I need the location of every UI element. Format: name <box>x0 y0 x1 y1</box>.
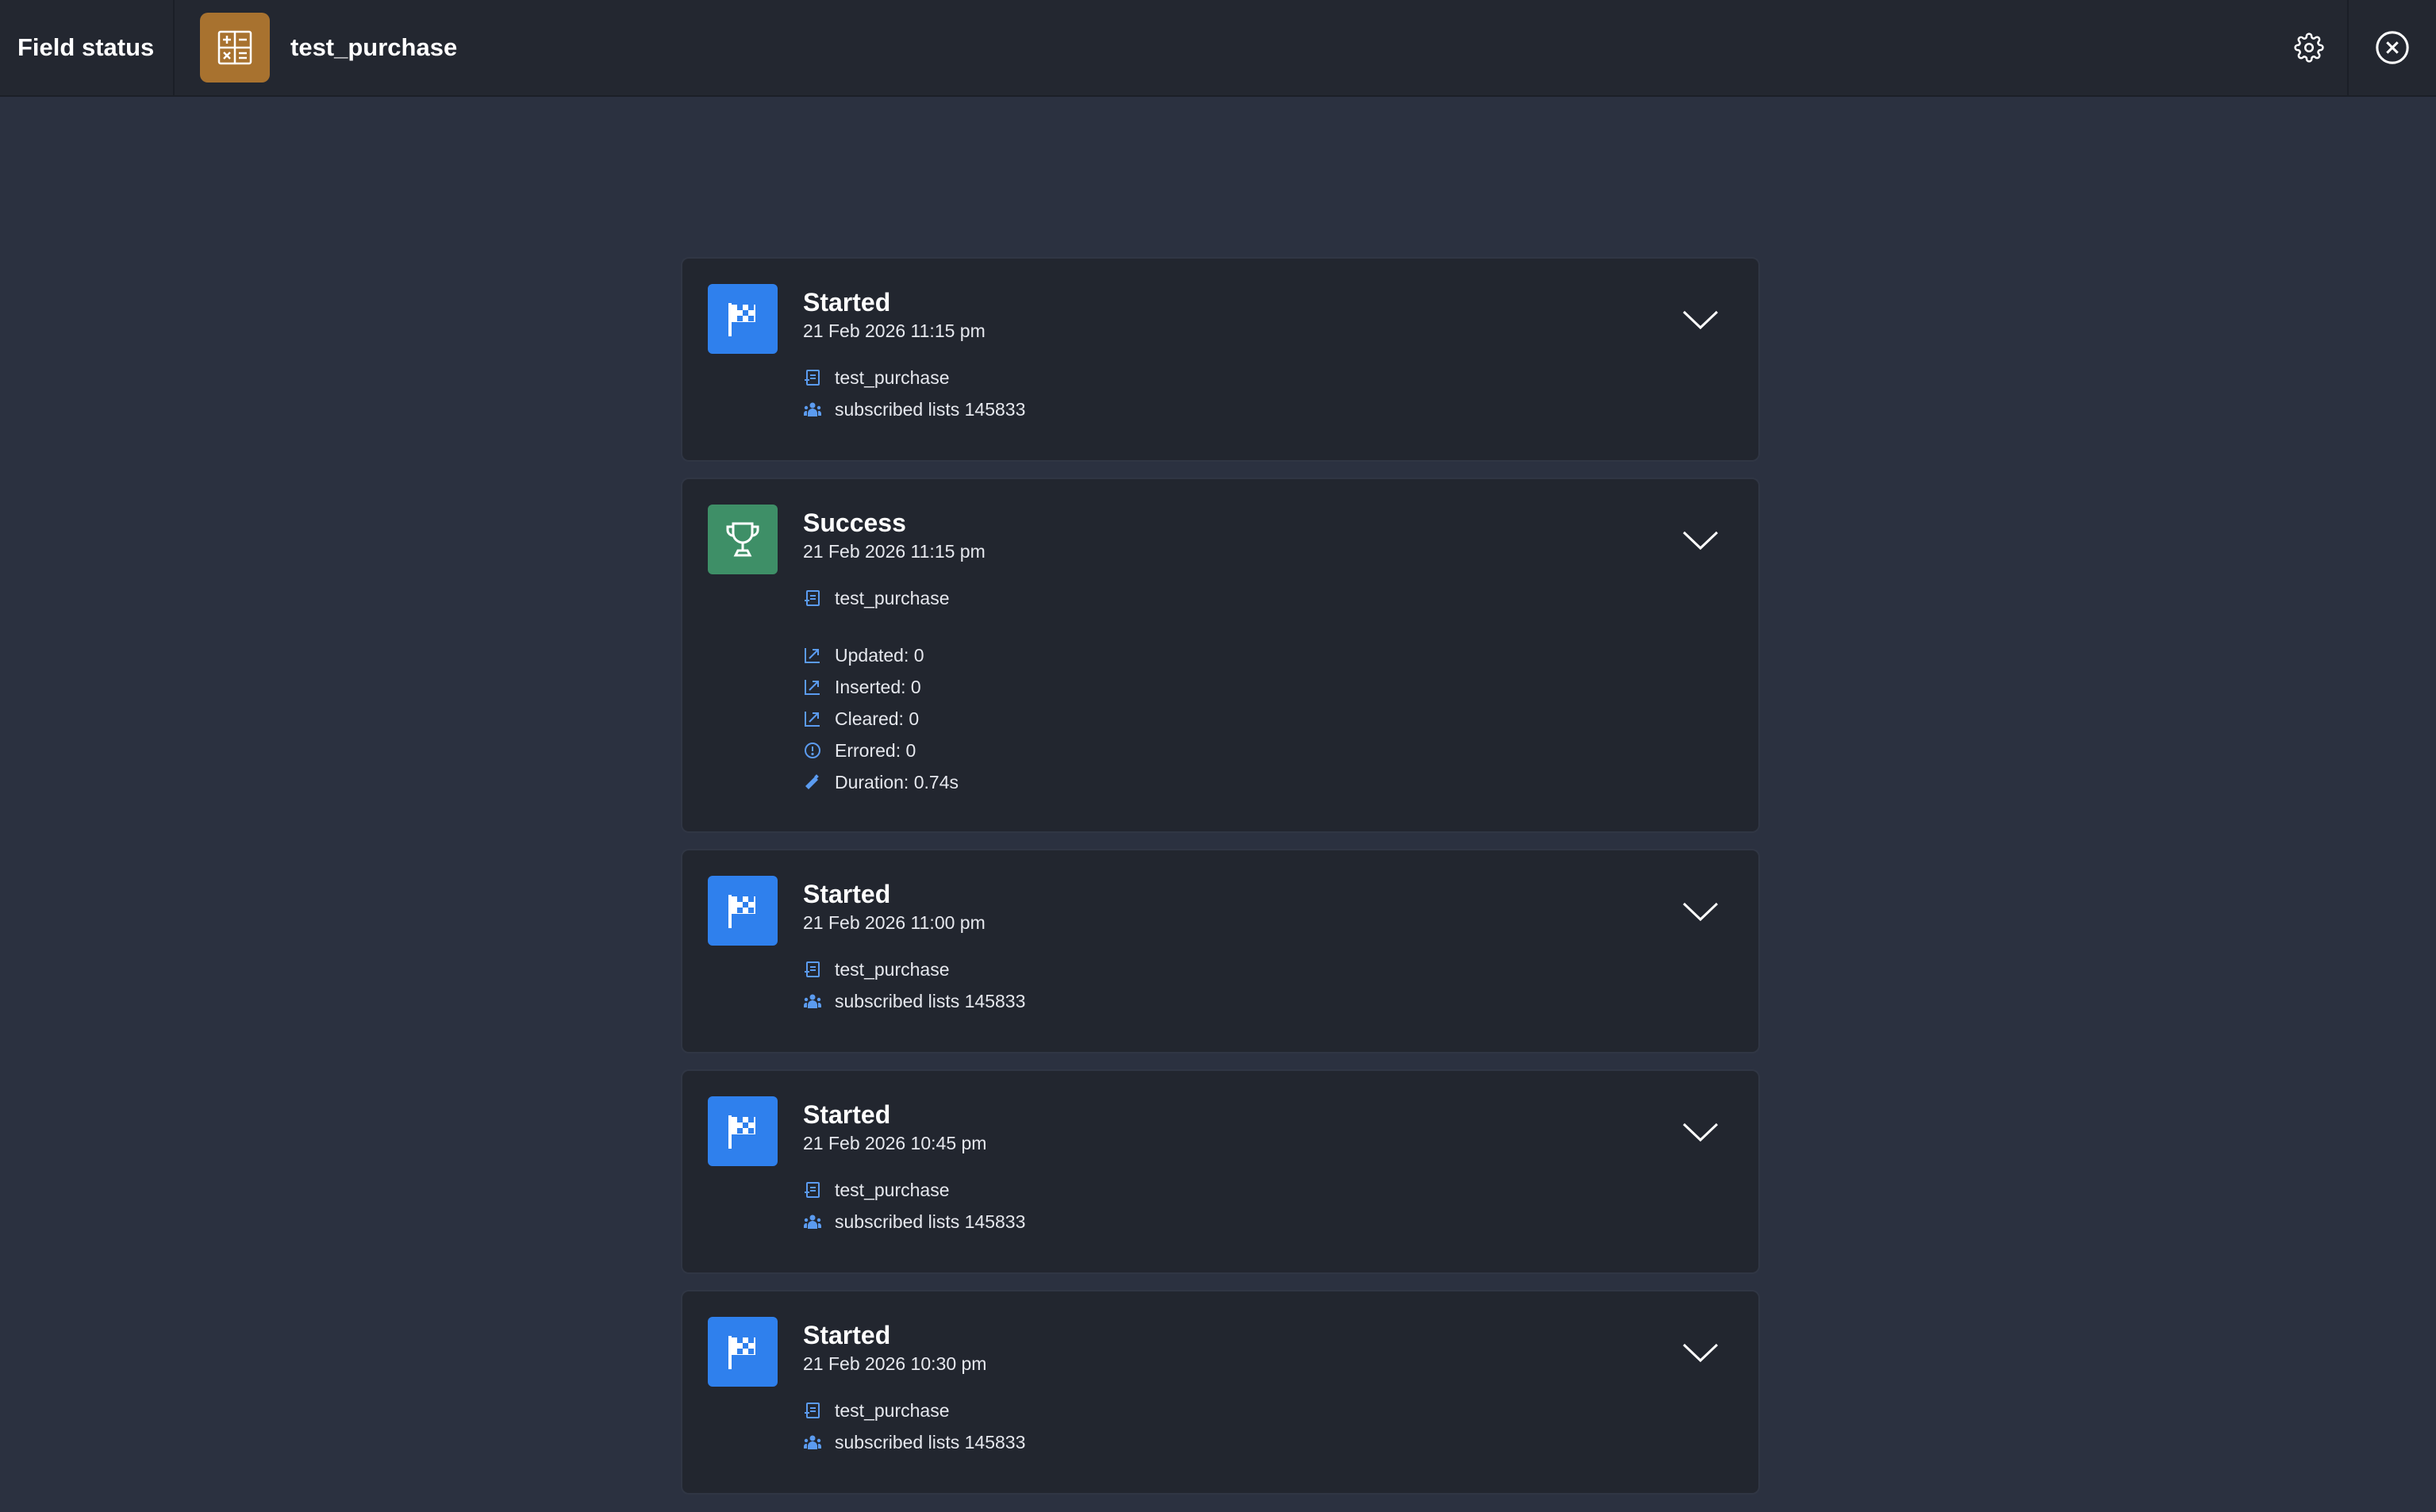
stat-updated-label: Updated: 0 <box>835 644 924 666</box>
trophy-icon <box>708 505 778 574</box>
stat-duration-label: Duration: 0.74s <box>835 771 959 792</box>
stat-inserted-label: Inserted: 0 <box>835 676 921 697</box>
source-header: test_purchase <box>175 0 2271 96</box>
document-icon <box>805 1403 820 1418</box>
trend-up-icon <box>805 680 820 695</box>
flag-icon <box>708 284 778 354</box>
stat-cleared-label: Cleared: 0 <box>835 708 920 729</box>
status-timestamp: 21 Feb 2026 11:00 pm <box>803 912 986 933</box>
document-icon <box>805 961 820 977</box>
detail-source: test_purchase <box>803 582 1733 614</box>
detail-source: test_purchase <box>803 1395 1733 1426</box>
source-label: test_purchase <box>835 1179 950 1200</box>
chevron-down-icon[interactable] <box>1681 900 1720 923</box>
status-title: Started <box>803 288 891 317</box>
flag-icon <box>708 1096 778 1166</box>
status-card: Started 21 Feb 2026 10:30 pm test_purcha… <box>681 1290 1760 1495</box>
users-icon <box>804 1435 821 1449</box>
source-label: test_purchase <box>835 1399 950 1421</box>
document-icon <box>805 590 820 606</box>
gear-icon <box>2294 33 2324 63</box>
stat-errored: Errored: 0 <box>803 735 1733 766</box>
flag-icon <box>708 876 778 946</box>
users-icon <box>804 402 821 416</box>
close-button[interactable] <box>2347 0 2436 96</box>
stat-cleared: Cleared: 0 <box>803 703 1733 735</box>
stat-errored-label: Errored: 0 <box>835 739 916 761</box>
status-timestamp: 21 Feb 2026 11:15 pm <box>803 541 986 562</box>
source-label: test_purchase <box>835 366 950 388</box>
stat-updated: Updated: 0 <box>803 639 1733 671</box>
alert-circle-icon <box>805 743 820 758</box>
trend-up-icon <box>805 712 820 727</box>
document-icon <box>805 1182 820 1198</box>
chevron-down-icon[interactable] <box>1681 1341 1720 1364</box>
stat-duration: Duration: 0.74s <box>803 766 1733 798</box>
status-title: Started <box>803 880 891 908</box>
status-card: Started 21 Feb 2026 11:15 pm test_purcha… <box>681 257 1760 462</box>
status-title: Started <box>803 1321 891 1349</box>
settings-button[interactable] <box>2271 0 2347 96</box>
chevron-down-icon[interactable] <box>1681 528 1720 552</box>
source-name: test_purchase <box>290 33 458 61</box>
detail-audience: subscribed lists 145833 <box>803 1426 1733 1458</box>
audience-label: subscribed lists 145833 <box>835 1211 1026 1232</box>
status-card: Success 21 Feb 2026 11:15 pm test_purcha… <box>681 478 1760 833</box>
status-title: Started <box>803 1100 891 1129</box>
audience-label: subscribed lists 145833 <box>835 398 1026 420</box>
status-card: Started 21 Feb 2026 10:45 pm test_purcha… <box>681 1069 1760 1274</box>
audience-label: subscribed lists 145833 <box>835 990 1026 1011</box>
top-bar: Field status test_purchase <box>0 0 2436 97</box>
source-label: test_purchase <box>835 587 950 608</box>
users-icon <box>804 1215 821 1229</box>
status-title: Success <box>803 508 906 537</box>
audience-label: subscribed lists 145833 <box>835 1431 1026 1453</box>
source-label: test_purchase <box>835 958 950 980</box>
chevron-down-icon[interactable] <box>1681 1120 1720 1144</box>
ruler-icon <box>805 774 819 789</box>
detail-audience: subscribed lists 145833 <box>803 985 1733 1017</box>
detail-source: test_purchase <box>803 954 1733 985</box>
status-timestamp: 21 Feb 2026 11:15 pm <box>803 320 986 341</box>
page-title: Field status <box>0 0 175 96</box>
flag-icon <box>708 1317 778 1387</box>
chevron-down-icon[interactable] <box>1681 308 1720 332</box>
status-feed: Started 21 Feb 2026 11:15 pm test_purcha… <box>681 257 1760 1510</box>
stat-inserted: Inserted: 0 <box>803 671 1733 703</box>
status-card: Started 21 Feb 2026 11:00 pm test_purcha… <box>681 849 1760 1053</box>
status-timestamp: 21 Feb 2026 10:45 pm <box>803 1133 987 1153</box>
detail-source: test_purchase <box>803 362 1733 393</box>
status-timestamp: 21 Feb 2026 10:30 pm <box>803 1353 987 1374</box>
table-icon <box>200 13 270 83</box>
detail-audience: subscribed lists 145833 <box>803 1206 1733 1238</box>
users-icon <box>804 994 821 1008</box>
close-icon <box>2376 31 2409 64</box>
detail-source: test_purchase <box>803 1174 1733 1206</box>
trend-up-icon <box>805 648 820 663</box>
document-icon <box>805 370 820 386</box>
detail-audience: subscribed lists 145833 <box>803 393 1733 425</box>
